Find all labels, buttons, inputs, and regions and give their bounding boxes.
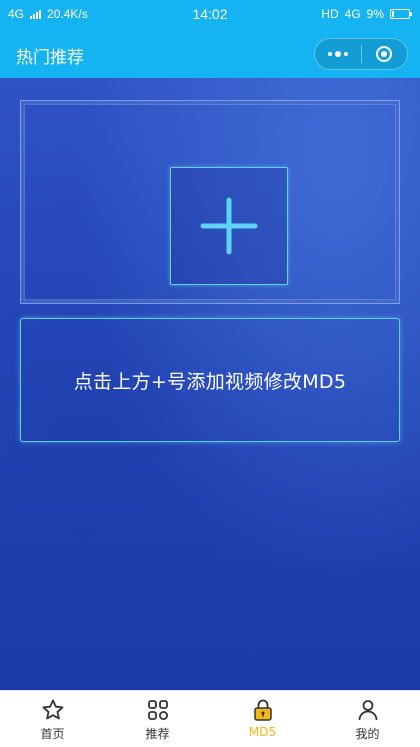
tab-mine-label: 我的 [355,727,380,741]
plus-icon [200,197,258,255]
battery-icon [390,9,412,19]
upload-area [20,100,400,304]
add-video-button[interactable] [170,167,288,285]
network-type-right: 4G [344,7,361,21]
tab-recommend-label: 推荐 [145,727,170,741]
main-content: 点击上方+号添加视频修改MD5 [0,78,420,690]
tab-recommend[interactable]: 推荐 [105,691,210,747]
tab-bar: 首页 推荐 MD5 我的 [0,690,420,747]
tab-home[interactable]: 首页 [0,691,105,747]
hint-text: 点击上方+号添加视频修改MD5 [73,370,347,393]
user-icon [355,697,381,723]
tab-md5-label: MD5 [248,725,277,739]
page-title: 热门推荐 [16,48,84,68]
miniprogram-capsule [314,38,408,70]
battery-percent: 9% [366,7,384,21]
hint-panel: 点击上方+号添加视频修改MD5 [20,318,400,442]
status-right: HD 4G 9% [321,7,412,21]
hd-indicator: HD [321,7,339,21]
more-button[interactable] [315,39,361,69]
lock-icon [250,697,276,723]
title-bar: 热门推荐 [0,30,420,78]
tab-home-label: 首页 [40,727,65,741]
status-bar: 4G 20.4K/s 14:02 HD 4G 9% [0,0,420,30]
grid-icon [145,697,171,723]
star-icon [40,697,66,723]
target-icon [376,46,393,62]
close-miniprogram-button[interactable] [362,39,408,69]
tab-md5[interactable]: MD5 [210,691,315,747]
more-dots-icon [327,51,348,57]
tab-mine[interactable]: 我的 [315,691,420,747]
